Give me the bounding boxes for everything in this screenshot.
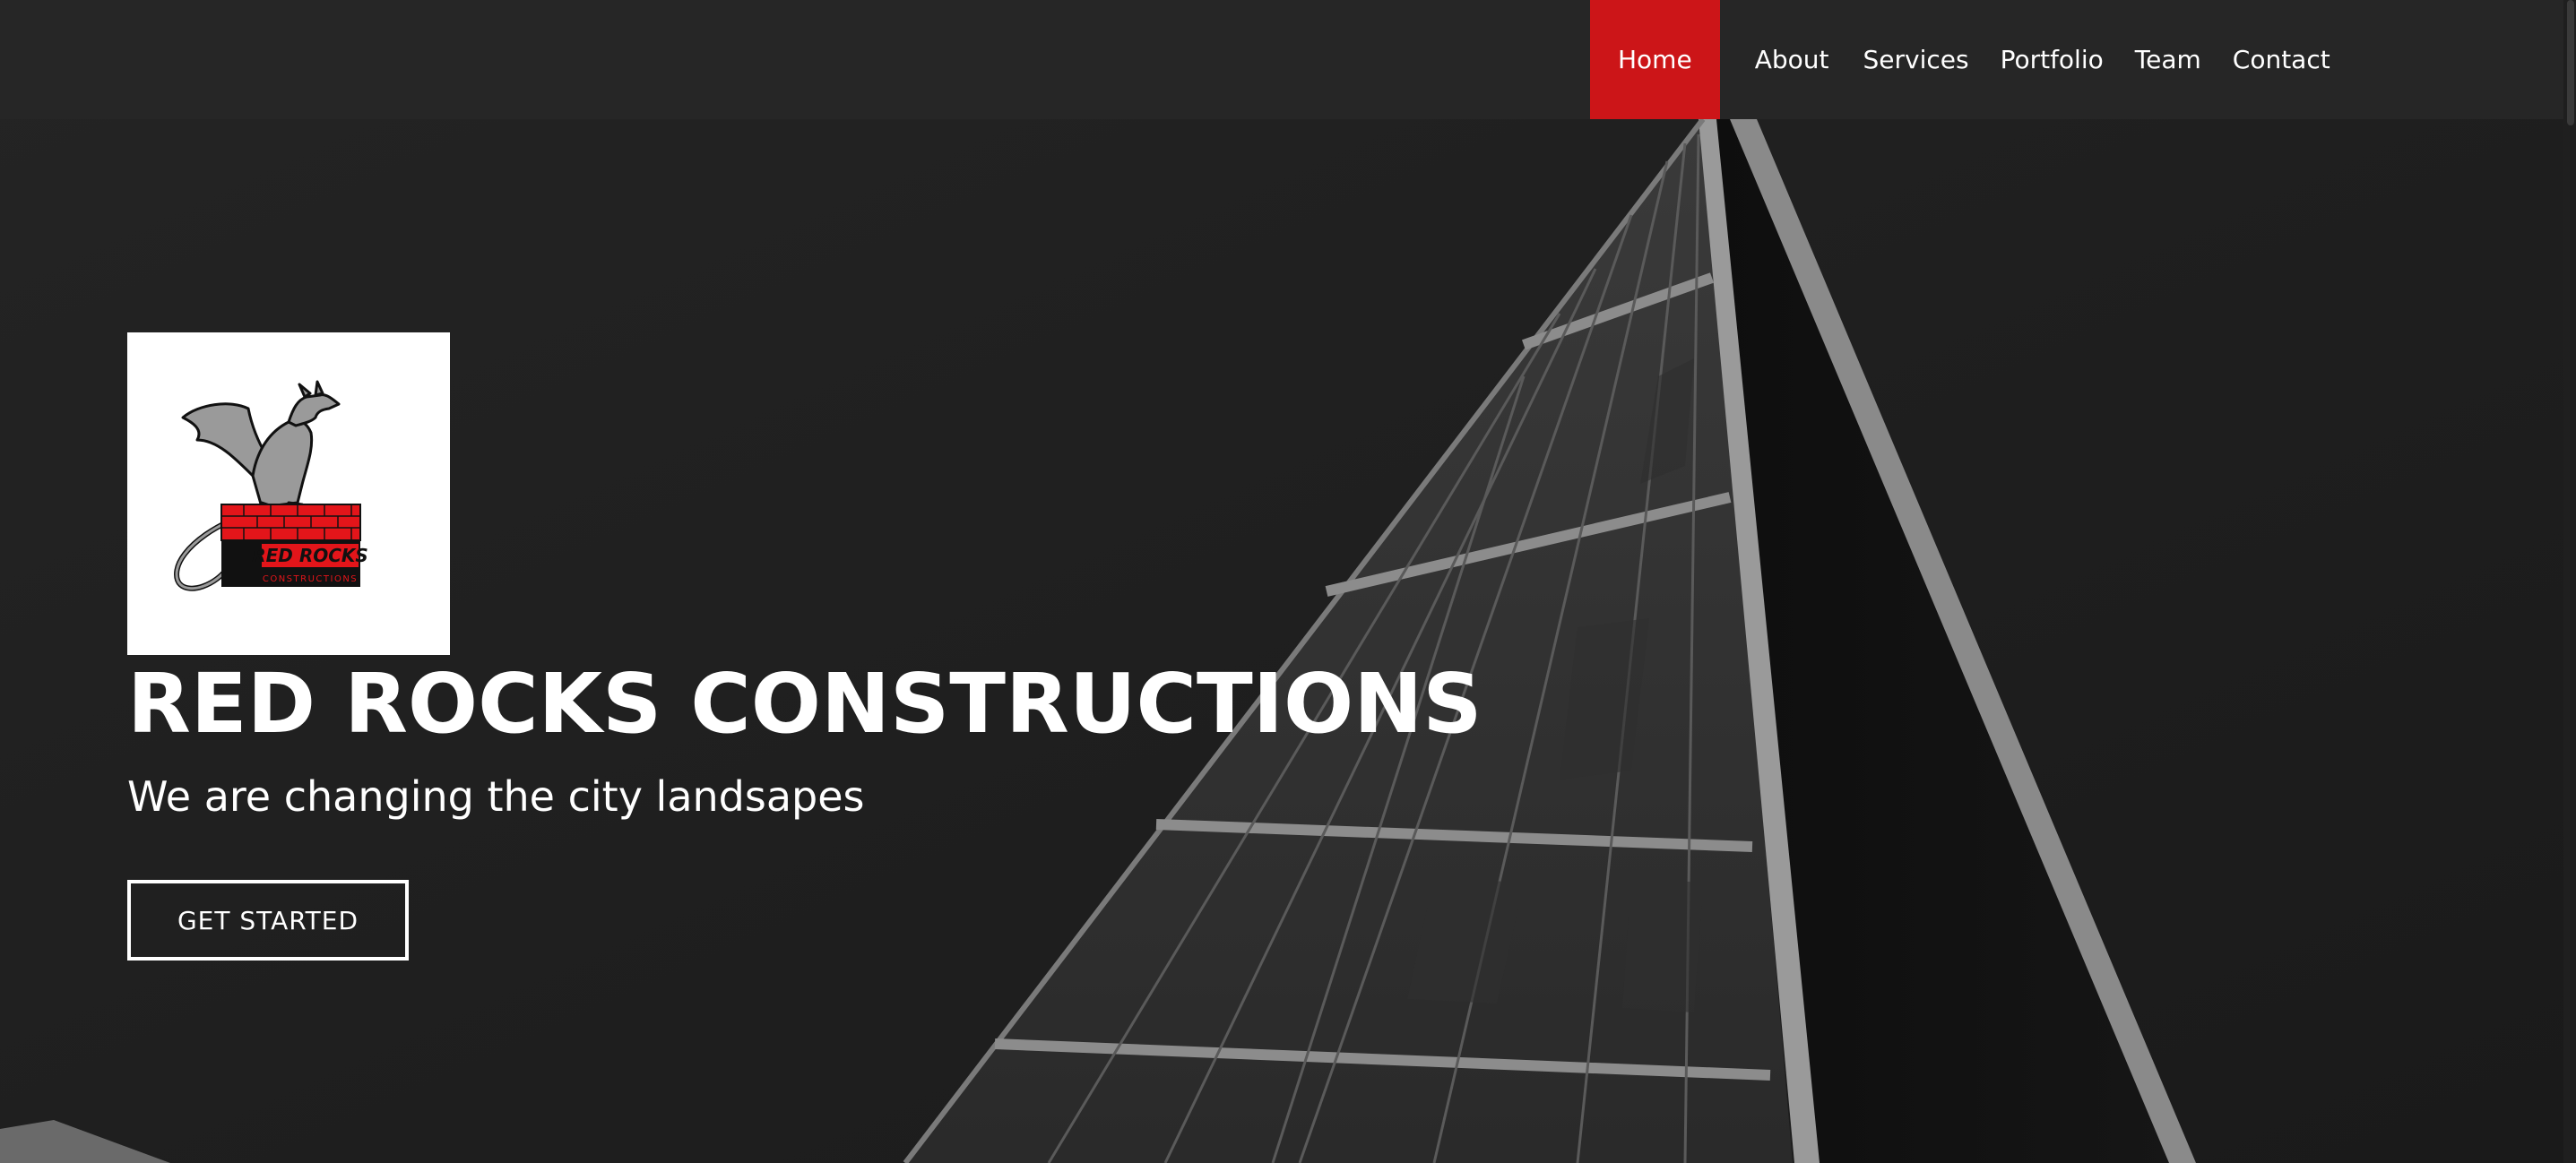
hero-section: RED ROCKS CONSTRUCTIONS RED ROCKS CONSTR… xyxy=(127,332,1482,961)
hero-title: RED ROCKS CONSTRUCTIONS xyxy=(127,656,1482,752)
get-started-button[interactable]: GET STARTED xyxy=(127,880,409,961)
nav-menu: Home About Services Portfolio Team Conta… xyxy=(1590,0,2330,119)
nav-item-about[interactable]: About xyxy=(1720,0,1863,119)
dragon-logo-icon: RED ROCKS CONSTRUCTIONS xyxy=(173,380,368,591)
company-logo: RED ROCKS CONSTRUCTIONS xyxy=(127,332,450,655)
page: Home About Services Portfolio Team Conta… xyxy=(0,0,2576,1163)
logo-text-constructions: CONSTRUCTIONS xyxy=(263,574,358,584)
nav-item-team[interactable]: Team xyxy=(2135,0,2233,119)
scrollbar-thumb[interactable] xyxy=(2567,0,2574,125)
nav-item-home[interactable]: Home xyxy=(1590,0,1720,119)
logo-text-red-rocks: RED ROCKS xyxy=(252,545,368,566)
nav-item-portfolio[interactable]: Portfolio xyxy=(2001,0,2135,119)
nav-item-services[interactable]: Services xyxy=(1863,0,2000,119)
top-navbar: Home About Services Portfolio Team Conta… xyxy=(0,0,2576,119)
page-scrollbar[interactable] xyxy=(2563,0,2576,1163)
hero-subtitle: We are changing the city landsapes xyxy=(127,772,865,821)
nav-item-contact[interactable]: Contact xyxy=(2233,0,2330,119)
